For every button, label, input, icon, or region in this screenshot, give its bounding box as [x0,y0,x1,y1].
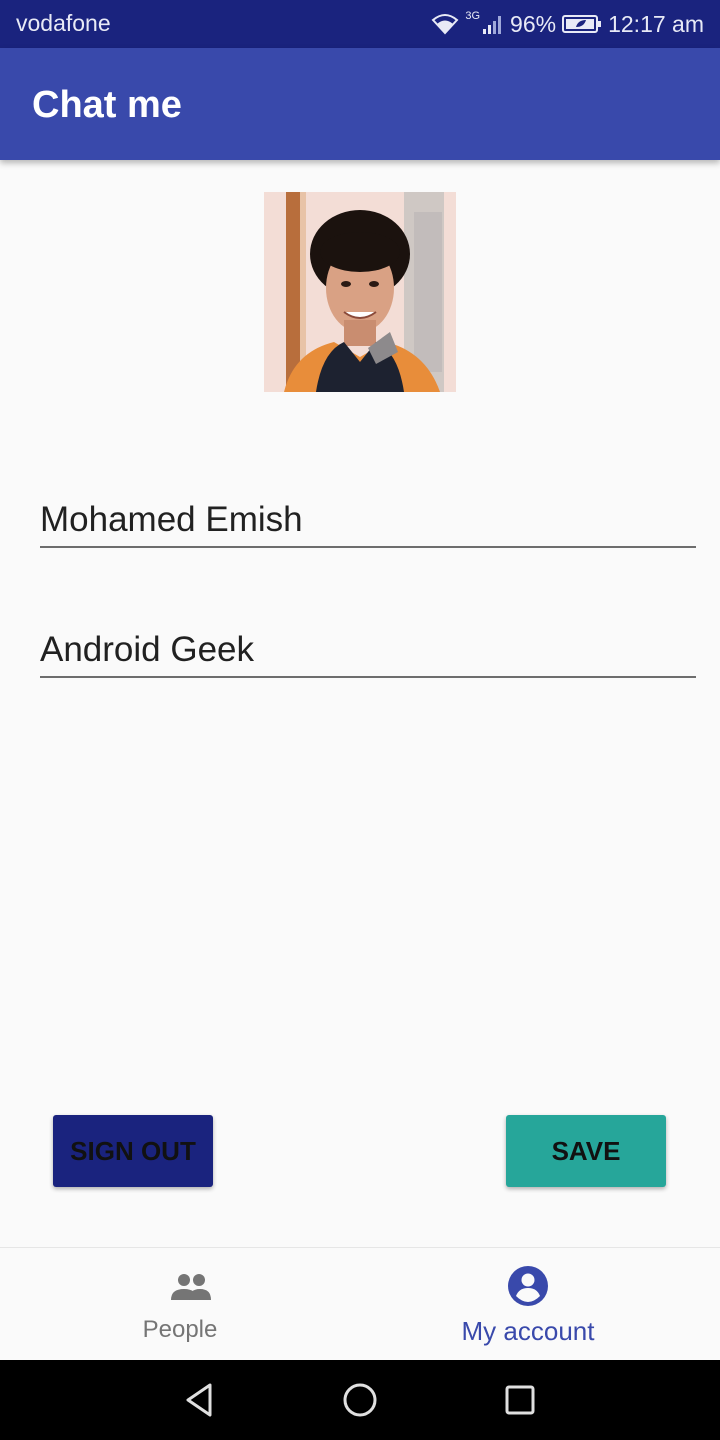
people-icon [169,1264,213,1308]
clock: 12:17 am [608,10,704,37]
sign-out-button[interactable]: SIGN OUT [53,1115,213,1187]
save-button[interactable]: SAVE [506,1115,666,1187]
name-field-value: Mohamed Emish [40,500,303,539]
status-bar: vodafone 3G 96% 12:17 am [0,0,720,48]
profile-avatar[interactable] [264,192,456,392]
battery-percent: 96% [510,10,557,37]
app-bar: Chat me [0,48,720,160]
bottom-navigation: People My account [0,1247,720,1360]
nav-item-my-account[interactable]: My account [360,1248,720,1360]
account-circle-icon [506,1264,550,1308]
bio-field[interactable]: Android Geek [40,618,696,678]
system-navigation-bar [0,1360,720,1440]
bio-field-value: Android Geek [40,630,255,669]
battery-icon [562,14,602,34]
network-type-label: 3G [465,10,481,22]
app-title: Chat me [32,84,182,126]
screen: vodafone 3G 96% 12:17 am Chat me Mohamed… [0,0,720,1440]
home-icon[interactable] [340,1380,380,1420]
carrier-label: vodafone [16,10,111,36]
wifi-icon [431,13,459,35]
recents-icon[interactable] [500,1380,540,1420]
nav-label-my-account: My account [461,1316,595,1346]
back-icon[interactable] [180,1380,220,1420]
name-field[interactable]: Mohamed Emish [40,488,696,548]
status-indicators: 3G 96% 12:17 am [431,8,704,40]
signal-icon [482,14,504,34]
profile-photo-icon [264,192,456,392]
